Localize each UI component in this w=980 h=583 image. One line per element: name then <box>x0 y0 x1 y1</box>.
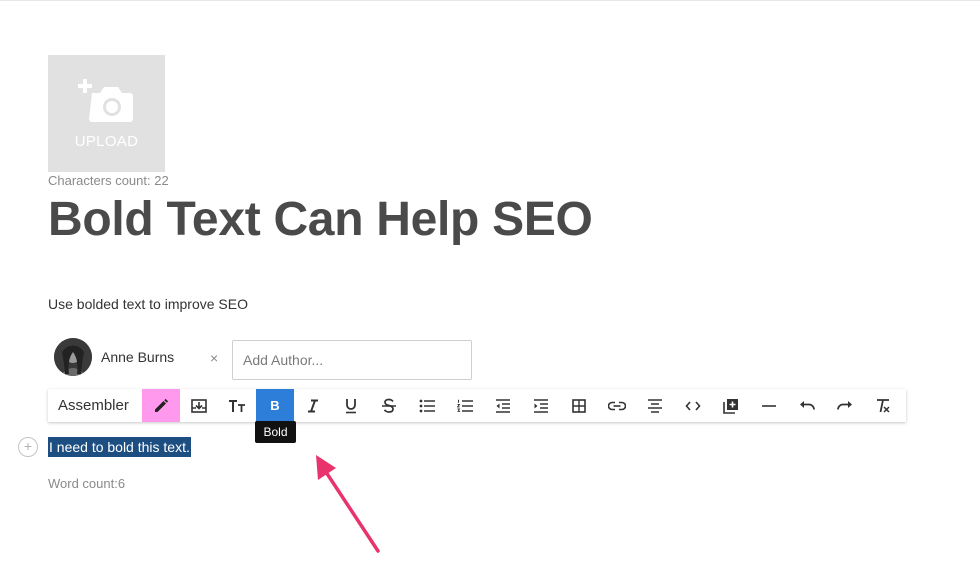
bulleted-list-icon <box>419 399 435 412</box>
add-block-button[interactable] <box>712 389 750 422</box>
bulleted-list-button[interactable] <box>408 389 446 422</box>
undo-icon <box>800 400 815 410</box>
bold-icon: B <box>270 398 280 413</box>
indent-button[interactable] <box>522 389 560 422</box>
strikethrough-button[interactable] <box>370 389 408 422</box>
code-button[interactable] <box>674 389 712 422</box>
toolbar-label: Assembler <box>58 397 129 414</box>
download-icon <box>191 398 207 413</box>
bold-button[interactable]: B <box>256 389 294 422</box>
page-title[interactable]: Bold Text Can Help SEO <box>48 192 593 247</box>
indent-icon <box>534 398 548 413</box>
download-button[interactable] <box>180 389 218 422</box>
redo-icon <box>837 400 852 410</box>
clear-formatting-icon <box>877 398 890 413</box>
text-size-icon <box>229 399 245 412</box>
horizontal-rule-button[interactable] <box>750 389 788 422</box>
word-count: Word count:6 <box>48 476 126 491</box>
characters-count: Characters count: 22 <box>48 173 169 188</box>
add-block-circle-button[interactable]: + <box>18 437 38 457</box>
add-block-icon <box>723 398 738 414</box>
outdent-button[interactable] <box>484 389 522 422</box>
underline-icon <box>346 398 356 413</box>
strikethrough-icon <box>382 398 396 413</box>
add-author-input[interactable] <box>232 340 472 380</box>
edit-icon <box>155 398 169 412</box>
top-divider <box>0 0 980 1</box>
edit-button[interactable] <box>142 389 180 422</box>
underline-button[interactable] <box>332 389 370 422</box>
align-center-button[interactable] <box>636 389 674 422</box>
italic-button[interactable] <box>294 389 332 422</box>
add-photo-icon <box>78 79 133 122</box>
table-icon <box>572 398 586 413</box>
table-button[interactable] <box>560 389 598 422</box>
text-size-button[interactable] <box>218 389 256 422</box>
outdent-icon <box>496 398 510 413</box>
upload-image-button[interactable]: UPLOAD <box>48 55 165 172</box>
italic-icon <box>308 399 318 412</box>
selected-editor-text[interactable]: I need to bold this text. <box>48 437 191 457</box>
align-center-icon <box>648 398 662 413</box>
remove-author-button[interactable]: × <box>210 350 218 366</box>
clear-formatting-button[interactable] <box>864 389 902 422</box>
subtitle[interactable]: Use bolded text to improve SEO <box>48 296 248 312</box>
horizontal-rule-icon <box>762 404 776 407</box>
numbered-list-icon <box>457 399 473 412</box>
link-icon <box>608 401 626 410</box>
link-button[interactable] <box>598 389 636 422</box>
author-name: Anne Burns <box>101 349 175 365</box>
upload-label: UPLOAD <box>74 133 139 150</box>
author-avatar <box>54 338 92 376</box>
bold-tooltip: Bold <box>255 421 296 443</box>
editor-toolbar: Assembler B <box>48 389 906 422</box>
redo-button[interactable] <box>826 389 864 422</box>
code-icon <box>685 400 701 411</box>
numbered-list-button[interactable] <box>446 389 484 422</box>
undo-button[interactable] <box>788 389 826 422</box>
